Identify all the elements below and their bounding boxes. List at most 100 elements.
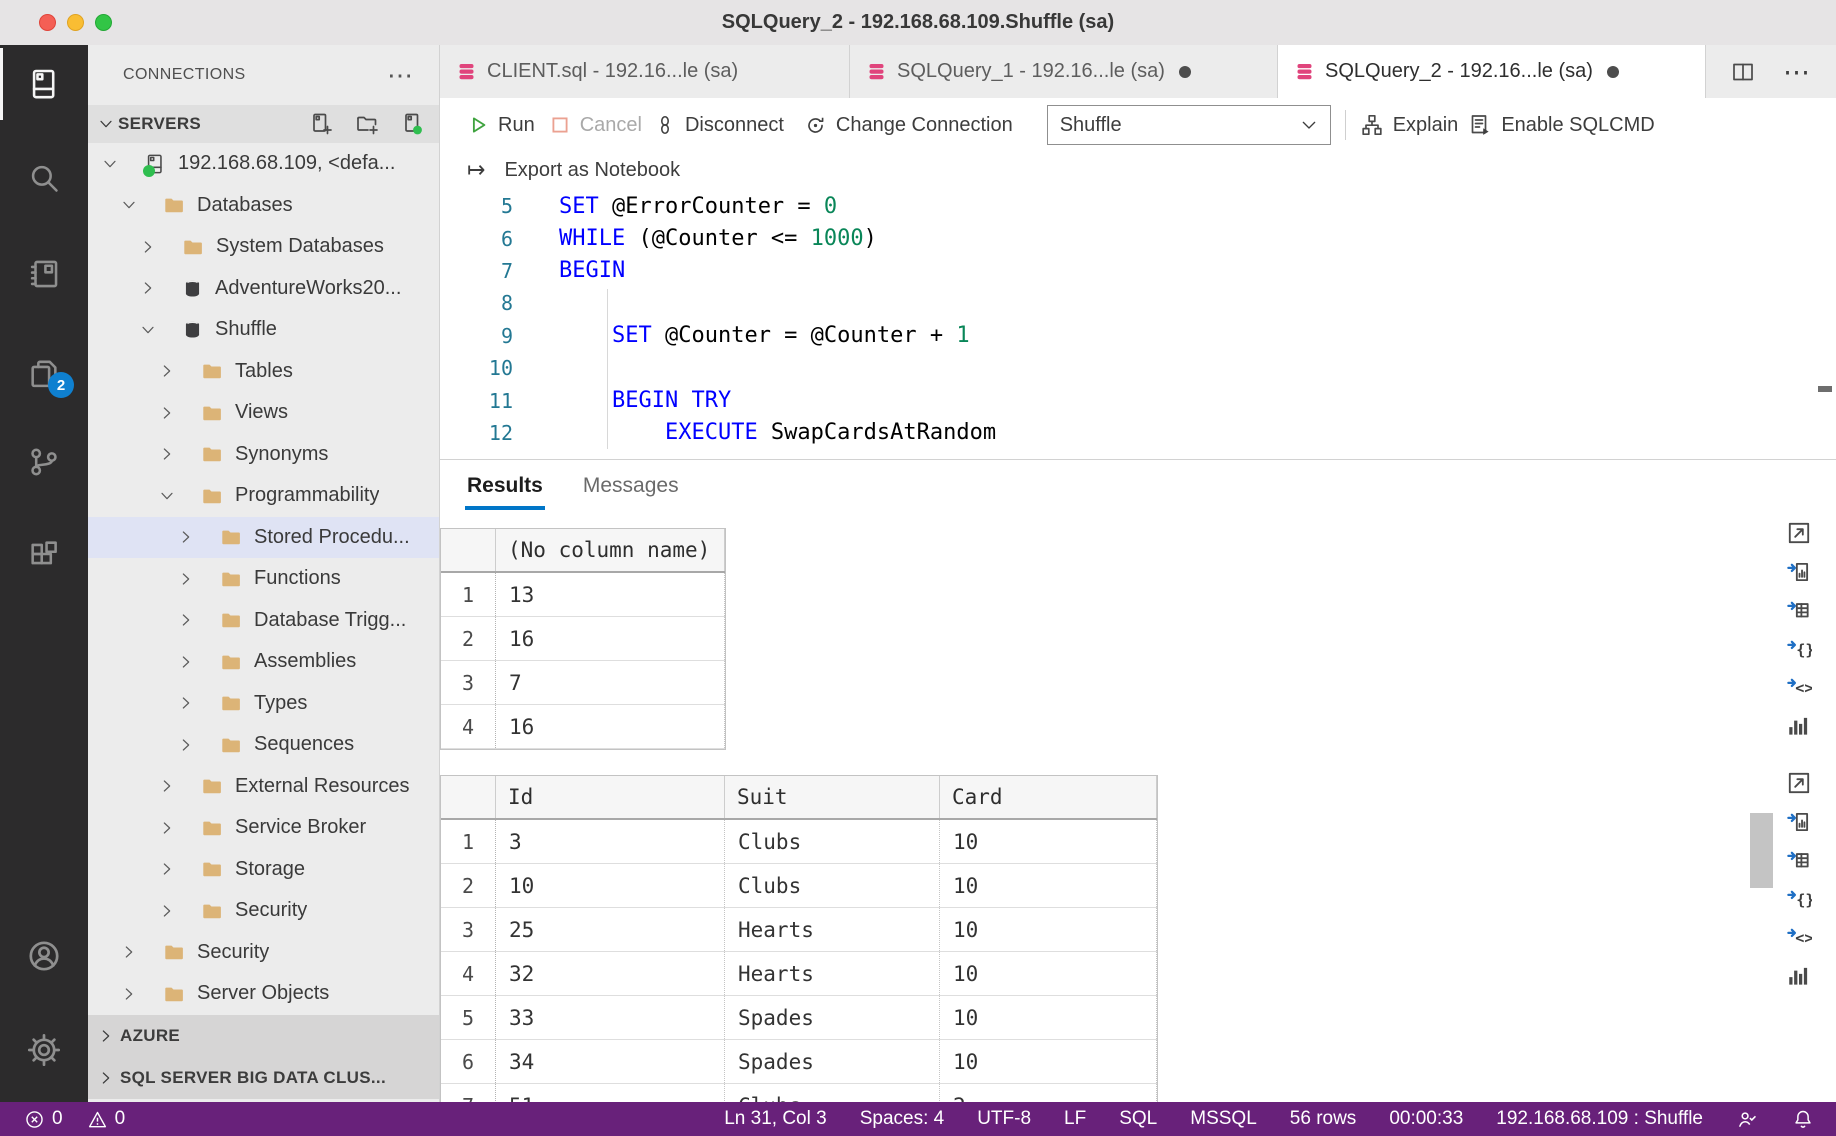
column-header-id[interactable]: Id: [496, 776, 725, 818]
database-dropdown[interactable]: Shuffle: [1046, 105, 1331, 145]
save-excel-icon[interactable]: [1786, 847, 1812, 873]
tree-item-system-databases[interactable]: System Databases: [88, 226, 439, 268]
tree-item-databases[interactable]: Databases: [88, 185, 439, 227]
tab-messages[interactable]: Messages: [583, 474, 679, 498]
zoom-button[interactable]: [95, 14, 112, 31]
activity-item-notebooks[interactable]: [0, 248, 88, 300]
tree-item-database-trigg[interactable]: Database Trigg...: [88, 600, 439, 642]
indentation[interactable]: Spaces: 4: [860, 1108, 945, 1130]
cancel-button[interactable]: Cancel: [549, 114, 642, 137]
row-number[interactable]: 7: [441, 1084, 496, 1102]
cell[interactable]: 51: [496, 1084, 725, 1102]
tab-sqlquery-1[interactable]: SQLQuery_1 - 192.16...le (sa): [850, 45, 1278, 98]
column-header-no-column-name[interactable]: (No column name): [496, 529, 725, 571]
activity-item-connections[interactable]: [0, 48, 88, 120]
sql-editor[interactable]: 5 SET @ErrorCounter = 0 6 WHILE (@Counter <…: [440, 188, 1836, 459]
row-number[interactable]: 3: [441, 908, 496, 951]
row-number[interactable]: 4: [441, 705, 496, 748]
tree-item-external-resources[interactable]: External Resources: [88, 766, 439, 808]
split-editor-icon[interactable]: [1731, 60, 1755, 84]
new-server-group-icon[interactable]: [355, 112, 379, 136]
cell[interactable]: 25: [496, 908, 725, 951]
activity-item-search[interactable]: [0, 152, 88, 204]
cell[interactable]: 33: [496, 996, 725, 1039]
save-xml-icon[interactable]: <>: [1786, 674, 1812, 700]
column-header-suit[interactable]: Suit: [725, 776, 940, 818]
export-as-notebook-button[interactable]: ↦ Export as Notebook: [467, 157, 680, 183]
tree-item-storage[interactable]: Storage: [88, 849, 439, 891]
result-grid-2[interactable]: Id Suit Card 1 3 Clubs 10 2 10 Clubs 10 3 25 Hearts 10…: [440, 775, 1158, 1102]
cell[interactable]: 10: [940, 908, 1157, 951]
save-json-icon[interactable]: {}: [1786, 636, 1812, 662]
cursor-position[interactable]: Ln 31, Col 3: [724, 1108, 826, 1130]
tab-client-sql[interactable]: CLIENT.sql - 192.16...le (sa): [440, 45, 850, 98]
cell[interactable]: Hearts: [725, 908, 940, 951]
new-connection-icon[interactable]: [309, 112, 333, 136]
result-grid-1[interactable]: (No column name) 1 13 2 16 3 7 4 16: [440, 528, 726, 750]
cell[interactable]: 2: [940, 1084, 1157, 1102]
results-scrollbar-thumb[interactable]: [1750, 813, 1773, 888]
minimize-button[interactable]: [67, 14, 84, 31]
tree-item-programmability[interactable]: Programmability: [88, 475, 439, 517]
cell[interactable]: Spades: [725, 1040, 940, 1083]
save-csv-icon[interactable]: [1786, 809, 1812, 835]
save-json-icon[interactable]: {}: [1786, 886, 1812, 912]
row-number[interactable]: 4: [441, 952, 496, 995]
section-sql-server-big-data-clus[interactable]: SQL SERVER BIG DATA CLUS...: [88, 1056, 439, 1099]
connection-status[interactable]: 192.168.68.109 : Shuffle: [1496, 1108, 1703, 1130]
problems-status[interactable]: 0 0: [0, 1108, 125, 1130]
tree-item-sequences[interactable]: Sequences: [88, 724, 439, 766]
editor-scrollbar-marker[interactable]: [1818, 386, 1832, 392]
eol[interactable]: LF: [1064, 1108, 1086, 1130]
save-xml-icon[interactable]: <>: [1786, 924, 1812, 950]
save-excel-icon[interactable]: [1786, 597, 1812, 623]
cell[interactable]: Clubs: [725, 1084, 940, 1102]
tree-item-tables[interactable]: Tables: [88, 351, 439, 393]
cell[interactable]: 16: [496, 617, 725, 660]
tree-item-security[interactable]: Security: [88, 890, 439, 932]
column-header-card[interactable]: Card: [940, 776, 1157, 818]
tree-item-synonyms[interactable]: Synonyms: [88, 434, 439, 476]
row-number[interactable]: 6: [441, 1040, 496, 1083]
activity-item-account[interactable]: [0, 930, 88, 982]
run-button[interactable]: Run: [467, 114, 535, 137]
encoding[interactable]: UTF-8: [977, 1108, 1031, 1130]
cell[interactable]: 10: [940, 864, 1157, 907]
row-number[interactable]: 2: [441, 864, 496, 907]
cell[interactable]: Clubs: [725, 820, 940, 863]
row-number[interactable]: 3: [441, 661, 496, 704]
tree-item-views[interactable]: Views: [88, 392, 439, 434]
tree-item-192-168-68-109-defa[interactable]: 192.168.68.109, <defa...: [88, 143, 439, 185]
activity-item-extensions[interactable]: [0, 530, 88, 582]
tree-item-types[interactable]: Types: [88, 683, 439, 725]
chart-icon[interactable]: [1786, 713, 1812, 739]
row-number[interactable]: 1: [441, 573, 496, 616]
tree-item-shuffle[interactable]: Shuffle: [88, 309, 439, 351]
cell[interactable]: 10: [496, 864, 725, 907]
cell[interactable]: Spades: [725, 996, 940, 1039]
maximize-icon[interactable]: [1786, 520, 1812, 546]
tab-results[interactable]: Results: [465, 474, 545, 510]
chart-icon[interactable]: [1786, 963, 1812, 989]
more-actions-icon[interactable]: ⋯: [387, 62, 413, 88]
cell[interactable]: Hearts: [725, 952, 940, 995]
tree-item-server-objects[interactable]: Server Objects: [88, 973, 439, 1015]
tree-item-assemblies[interactable]: Assemblies: [88, 641, 439, 683]
activity-item-source-control[interactable]: [0, 436, 88, 488]
row-number[interactable]: 2: [441, 617, 496, 660]
cell[interactable]: Clubs: [725, 864, 940, 907]
explain-button[interactable]: Explain: [1360, 113, 1458, 137]
tree-item-adventureworks20[interactable]: AdventureWorks20...: [88, 268, 439, 310]
cell[interactable]: 34: [496, 1040, 725, 1083]
change-connection-button[interactable]: Change Connection: [804, 114, 1013, 137]
tab-sqlquery-2[interactable]: SQLQuery_2 - 192.16...le (sa): [1278, 45, 1706, 98]
cell[interactable]: 10: [940, 996, 1157, 1039]
elapsed-time[interactable]: 00:00:33: [1389, 1108, 1463, 1130]
cell[interactable]: 7: [496, 661, 725, 704]
enable-sqlcmd-button[interactable]: Enable SQLCMD: [1468, 113, 1655, 137]
tree-item-functions[interactable]: Functions: [88, 558, 439, 600]
active-connections-icon[interactable]: [401, 112, 425, 136]
row-count[interactable]: 56 rows: [1290, 1108, 1357, 1130]
cell[interactable]: 10: [940, 820, 1157, 863]
cell[interactable]: 32: [496, 952, 725, 995]
